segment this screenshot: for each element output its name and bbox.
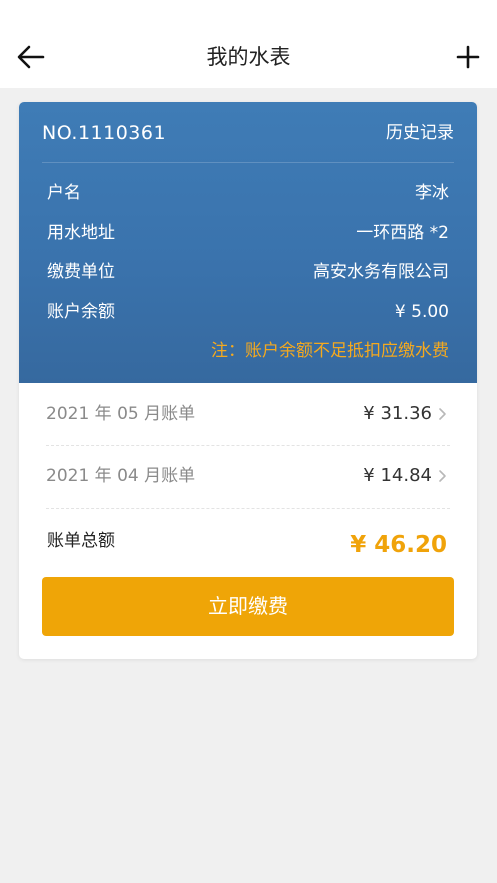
info-key: 户名 (47, 183, 81, 203)
plus-icon (456, 45, 480, 69)
info-row-account-name: 户名 李冰 (47, 180, 449, 206)
bill-label: 2021 年 04 月账单 (46, 466, 196, 486)
info-key: 缴费单位 (47, 262, 115, 282)
bill-row[interactable]: 2021 年 04 月账单 ¥ 14.84 (46, 445, 450, 507)
bill-label: 2021 年 05 月账单 (46, 404, 196, 424)
divider (42, 162, 454, 163)
meter-number: NO.1110361 (42, 122, 167, 144)
info-row-address: 用水地址 一环西路 *2 (47, 220, 449, 246)
total-label: 账单总额 (47, 531, 115, 551)
info-row-balance: 账户余额 ¥ 5.00 (47, 299, 449, 325)
balance-warning: 注：账户余额不足抵扣应缴水费 (211, 341, 449, 361)
history-records-link[interactable]: 历史记录 (386, 120, 454, 146)
page-title: 我的水表 (206, 45, 291, 69)
meter-info-panel: NO.1110361 历史记录 户名 李冰 用水地址 一环西路 *2 缴费单位 … (19, 102, 477, 383)
info-value: 一环西路 *2 (356, 223, 449, 243)
info-row-payee: 缴费单位 高安水务有限公司 (47, 259, 449, 285)
add-meter-button[interactable] (453, 42, 483, 72)
top-nav-bar: 我的水表 (0, 0, 497, 88)
info-value: 高安水务有限公司 (313, 262, 449, 282)
chevron-right-icon (439, 408, 446, 420)
water-meter-card: NO.1110361 历史记录 户名 李冰 用水地址 一环西路 *2 缴费单位 … (19, 102, 477, 659)
info-value: 李冰 (415, 183, 449, 203)
info-key: 账户余额 (47, 302, 115, 322)
chevron-right-icon (439, 470, 446, 482)
bill-row[interactable]: 2021 年 05 月账单 ¥ 31.36 (46, 383, 450, 445)
info-key: 用水地址 (47, 223, 115, 243)
bill-amount: ¥ 14.84 (363, 465, 432, 486)
info-value: ¥ 5.00 (394, 302, 449, 322)
divider (46, 508, 450, 509)
bill-amount: ¥ 31.36 (363, 403, 432, 424)
total-amount: ¥ 46.20 (350, 532, 447, 558)
pay-now-button[interactable]: 立即缴费 (42, 577, 454, 636)
